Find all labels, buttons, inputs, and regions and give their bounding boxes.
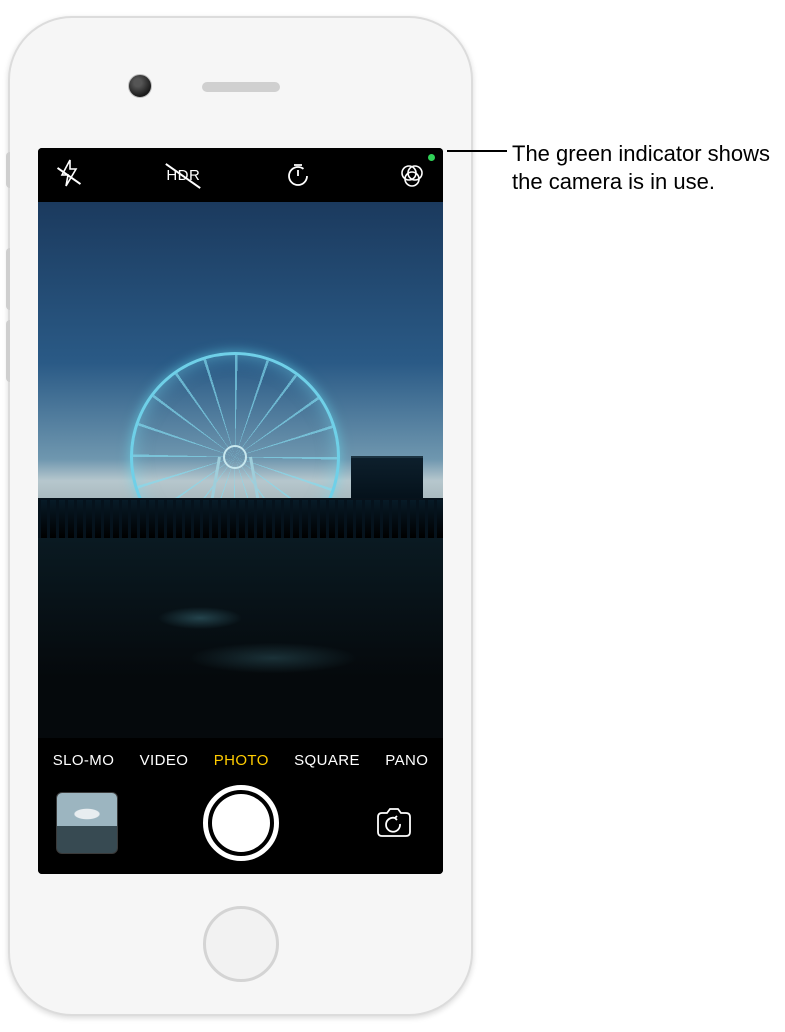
earpiece xyxy=(202,82,280,92)
ipod-touch-device: HDR SLO-MO VIDEO PHOTO SQUARE xyxy=(8,16,473,1016)
camera-top-controls: HDR xyxy=(38,148,443,202)
volume-up-physical xyxy=(6,248,10,310)
shutter-button[interactable] xyxy=(203,785,279,861)
volume-down-physical xyxy=(6,320,10,382)
power-button-physical xyxy=(6,152,10,188)
mode-photo[interactable]: PHOTO xyxy=(214,752,269,769)
camera-mode-selector[interactable]: SLO-MO VIDEO PHOTO SQUARE PANO xyxy=(38,738,443,782)
photo-library-thumbnail[interactable] xyxy=(56,792,118,854)
mode-square[interactable]: SQUARE xyxy=(294,752,360,769)
switch-camera-button[interactable] xyxy=(363,798,425,848)
camera-app-screen: HDR SLO-MO VIDEO PHOTO SQUARE xyxy=(38,148,443,874)
callout-text: The green indicator shows the camera is … xyxy=(512,140,772,195)
shutter-inner-icon xyxy=(212,794,270,852)
mode-pano[interactable]: PANO xyxy=(385,752,428,769)
mode-video[interactable]: VIDEO xyxy=(140,752,189,769)
hdr-toggle[interactable]: HDR xyxy=(162,155,204,195)
camera-in-use-indicator xyxy=(428,154,435,161)
camera-bottom-controls xyxy=(38,782,443,874)
timer-toggle[interactable] xyxy=(277,155,319,195)
front-camera-lens xyxy=(128,74,152,98)
flash-toggle[interactable] xyxy=(48,155,90,195)
home-button-physical xyxy=(203,906,279,982)
mode-slo-mo[interactable]: SLO-MO xyxy=(53,752,115,769)
camera-viewfinder[interactable] xyxy=(38,202,443,738)
callout-leader-line xyxy=(447,150,507,152)
filters-toggle[interactable] xyxy=(391,155,433,195)
scene-building xyxy=(351,456,423,500)
scene-pier xyxy=(38,498,443,538)
scene-water xyxy=(38,538,443,738)
